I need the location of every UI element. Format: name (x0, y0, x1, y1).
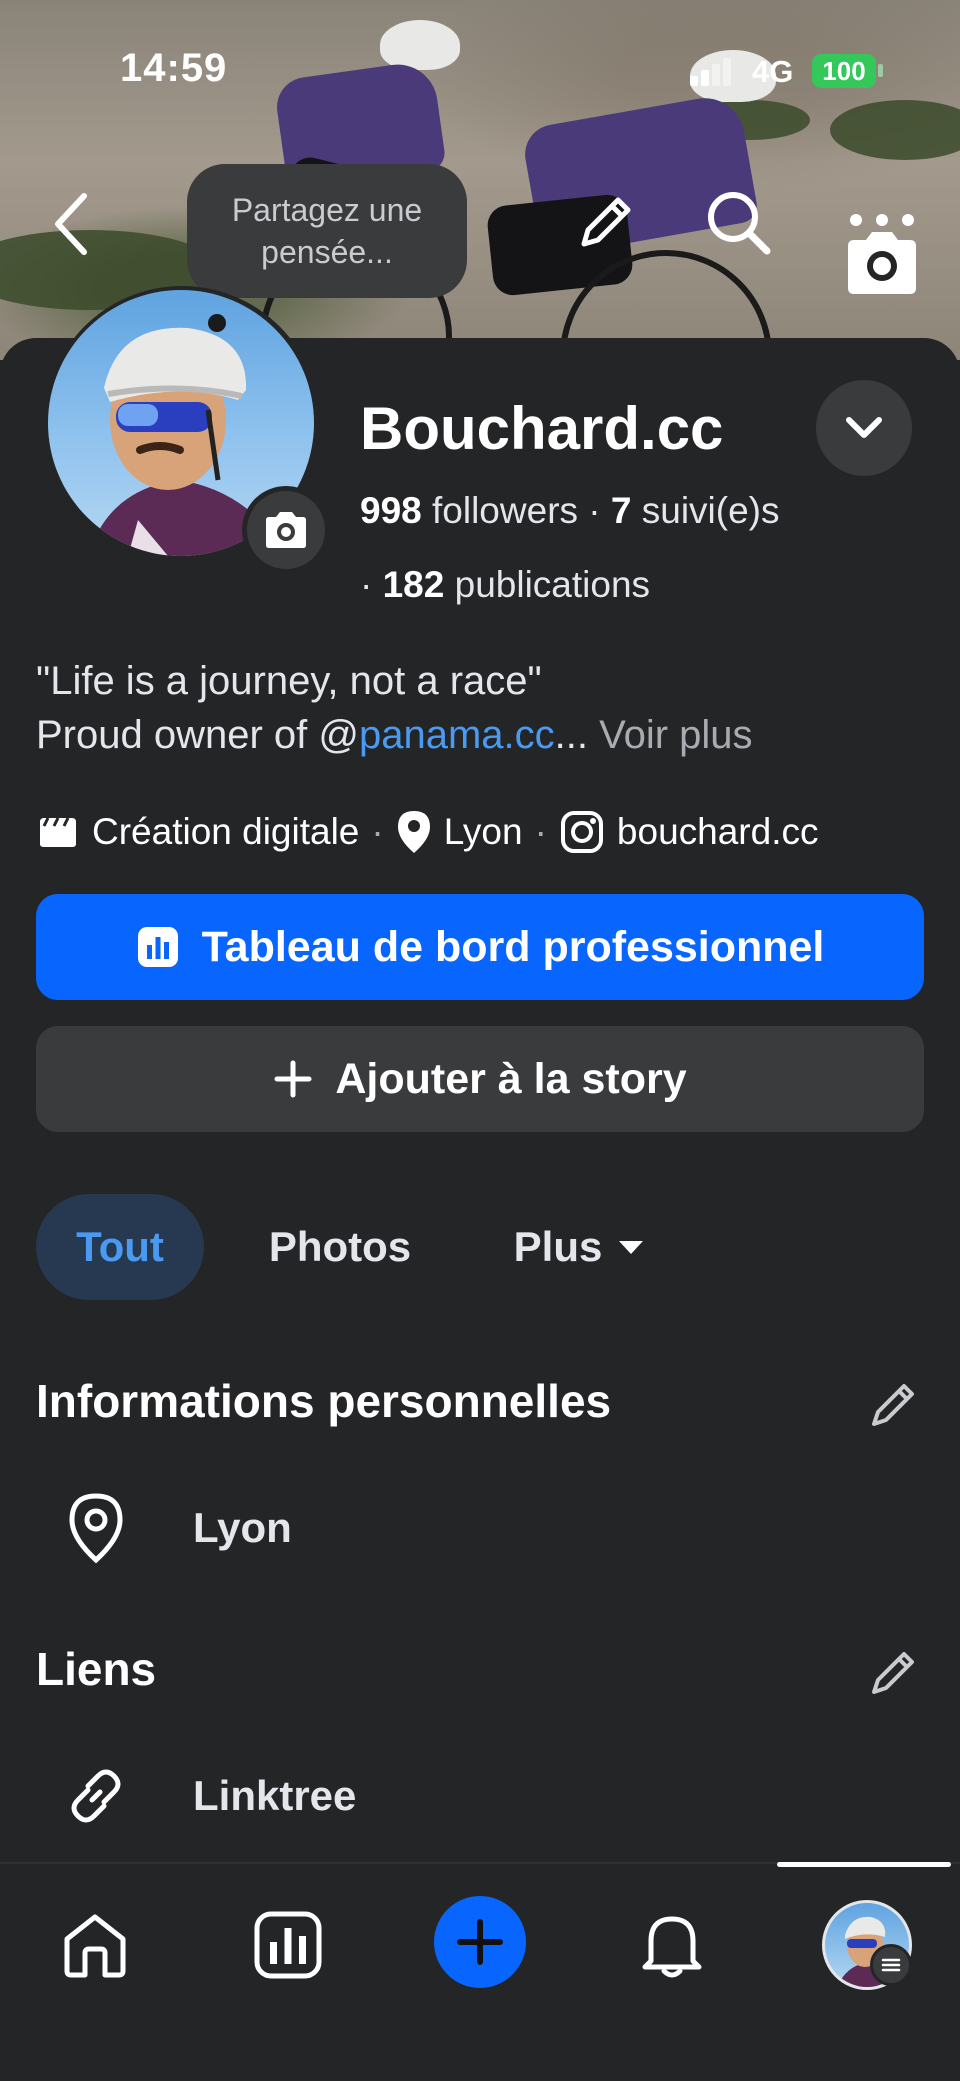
pencil-icon (872, 1652, 914, 1694)
tab-more-label: Plus (513, 1223, 603, 1270)
nav-dashboard[interactable] (243, 1900, 333, 1990)
see-more-link[interactable]: Voir plus (599, 713, 752, 757)
battery-indicator: 100 (812, 54, 876, 88)
followers-label: followers · (421, 490, 611, 531)
status-dot (208, 314, 226, 332)
menu-badge[interactable] (870, 1944, 912, 1986)
edit-personal-info-button[interactable] (862, 1372, 926, 1436)
category-text: Création digitale (92, 811, 360, 852)
bio-prefix: Proud owner of @ (36, 713, 359, 757)
bio-line-1: "Life is a journey, not a race" (36, 659, 542, 703)
profile-name: Bouchard.cc (360, 395, 724, 462)
chevron-left-icon (55, 193, 87, 255)
plus-icon (457, 1919, 503, 1965)
profile-menu-button[interactable] (816, 380, 912, 476)
camera-icon (848, 214, 916, 294)
active-tab-indicator (777, 1862, 951, 1867)
location-text: Lyon (443, 811, 523, 852)
bio-ellipsis: ... (554, 713, 600, 757)
chevron-down-icon (846, 417, 882, 438)
nav-notifications[interactable] (627, 1900, 717, 1990)
thought-line-2: pensée... (261, 234, 393, 270)
share-thought-bubble[interactable]: Partagez une pensée... (187, 164, 467, 298)
personal-info-location: Lyon (193, 1504, 292, 1551)
add-to-story-button[interactable]: Ajouter à la story (36, 1026, 924, 1132)
tab-all-label: Tout (76, 1223, 164, 1270)
back-button[interactable] (40, 184, 100, 264)
camera-icon (266, 512, 306, 548)
tab-all[interactable]: Tout (36, 1194, 204, 1300)
posts-prefix: · (360, 564, 383, 605)
edit-cover-photo-button[interactable] (840, 210, 924, 300)
battery-tip (878, 64, 883, 77)
following-label: suivi(e)s (631, 490, 780, 531)
instagram-handle[interactable]: bouchard.cc (617, 811, 819, 853)
bio: "Life is a journey, not a race" Proud ow… (36, 654, 753, 762)
caret-down-icon (619, 1241, 644, 1254)
search-icon (708, 192, 771, 255)
menu-icon (881, 1958, 901, 1972)
plus-icon (274, 1060, 312, 1098)
network-type: 4G (752, 54, 794, 89)
signal-icon (690, 56, 732, 86)
location-pin-icon (396, 809, 432, 855)
tab-photos[interactable]: Photos (240, 1194, 440, 1300)
professional-dashboard-button[interactable]: Tableau de bord professionnel (36, 894, 924, 1000)
followers-count: 998 (360, 490, 422, 531)
bell-icon (642, 1916, 702, 1978)
add-to-story-label: Ajouter à la story (335, 1054, 687, 1103)
profile-details-row: Création digitale · Lyon · bouchard.cc (36, 806, 819, 858)
status-time: 14:59 (120, 46, 228, 90)
edit-links-button[interactable] (862, 1640, 926, 1704)
pencil-icon (581, 197, 631, 247)
posts-count: 182 (382, 564, 445, 605)
tab-photos-label: Photos (268, 1223, 412, 1270)
edit-cover-button[interactable] (570, 186, 642, 258)
posts-label: publications (444, 564, 651, 605)
pencil-icon (872, 1384, 914, 1426)
category-icon (36, 814, 80, 850)
follow-stats[interactable]: 998 followers · 7 suivi(e)s (360, 490, 780, 532)
separator: · (534, 811, 547, 852)
thought-line-1: Partagez une (231, 192, 423, 228)
bio-line-2: Proud owner of @panama.cc... Voir plus (36, 708, 753, 762)
nav-create-button[interactable] (434, 1896, 526, 1988)
bar-chart-icon (254, 1911, 322, 1979)
bar-chart-icon (137, 927, 178, 967)
following-count: 7 (610, 490, 632, 531)
tab-more[interactable]: Plus (490, 1194, 670, 1300)
home-icon (64, 1914, 126, 1978)
search-button[interactable] (700, 184, 776, 260)
location-pin-icon (60, 1492, 132, 1564)
separator: · (371, 811, 384, 852)
links-title: Liens (36, 1643, 157, 1695)
personal-info-title: Informations personnelles (36, 1375, 612, 1427)
nav-home[interactable] (50, 1900, 140, 1990)
mention-link[interactable]: panama.cc (359, 713, 555, 757)
posts-stat[interactable]: · 182 publications (360, 564, 650, 606)
link-item[interactable]: Linktree (193, 1772, 356, 1820)
instagram-icon (559, 809, 605, 855)
edit-avatar-button[interactable] (242, 486, 330, 574)
link-icon (60, 1760, 132, 1832)
professional-dashboard-label: Tableau de bord professionnel (201, 922, 825, 971)
